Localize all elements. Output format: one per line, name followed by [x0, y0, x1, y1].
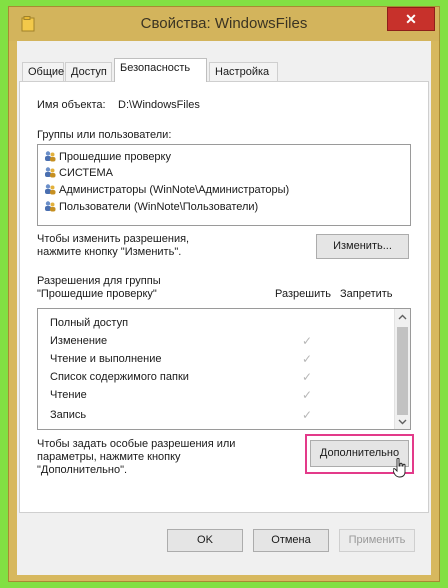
permissions-label-line1: Разрешения для группы [37, 275, 161, 287]
change-hint-line1: Чтобы изменить разрешения, [37, 233, 190, 245]
allow-column-header: Разрешить [275, 288, 331, 300]
permission-label: Полный доступ [50, 317, 129, 329]
permission-label: Изменение [50, 335, 108, 347]
chevron-up-icon[interactable] [398, 314, 407, 320]
title-bar[interactable]: Свойства: WindowsFiles ✕ [9, 7, 439, 41]
group-item-label: Прошедшие проверку [59, 151, 171, 163]
list-item[interactable]: Пользователи (WinNote\Пользователи) [44, 199, 258, 215]
apply-button[interactable]: Применить [339, 529, 415, 552]
group-item-label: Пользователи (WinNote\Пользователи) [59, 201, 259, 213]
properties-window: Свойства: WindowsFiles ✕ Общие Доступ Бе… [8, 6, 440, 582]
tab-sharing[interactable]: Доступ [65, 62, 112, 81]
list-item[interactable]: СИСТЕМА [44, 165, 113, 181]
hand-cursor-icon [393, 458, 406, 478]
tab-general[interactable]: Общие [22, 62, 64, 81]
list-item[interactable]: Прошедшие проверку [44, 149, 171, 165]
advanced-hint-line1: Чтобы задать особые разрешения или [37, 438, 236, 450]
permissions-list[interactable]: Полный доступ Изменение ✓ Чтение и выпол… [37, 308, 411, 430]
scrollbar-thumb[interactable] [397, 327, 408, 415]
advanced-hint-line3: "Дополнительно". [37, 464, 128, 476]
permission-label: Чтение [50, 389, 87, 401]
tab-security[interactable]: Безопасность [114, 58, 207, 82]
users-icon [45, 201, 56, 212]
cancel-button[interactable]: Отмена [253, 529, 329, 552]
change-button[interactable]: Изменить... [316, 234, 409, 259]
permission-label: Чтение и выполнение [50, 353, 162, 365]
list-item[interactable]: Запись ✓ [50, 405, 380, 425]
groups-list[interactable]: Прошедшие проверку СИСТЕМА Администратор… [37, 144, 411, 226]
advanced-hint-line2: параметры, нажмите кнопку [37, 451, 181, 463]
tab-strip: Общие Доступ Безопасность Настройка [19, 58, 429, 82]
list-item[interactable]: Список содержимого папки ✓ [50, 367, 380, 387]
group-item-label: Администраторы (WinNote\Администраторы) [59, 184, 290, 196]
users-icon [45, 151, 56, 162]
groups-label: Группы или пользователи: [37, 129, 172, 141]
close-button[interactable]: ✕ [387, 7, 435, 31]
permissions-label-line2: "Прошедшие проверку" [37, 288, 157, 300]
chevron-down-icon[interactable] [398, 419, 407, 425]
tab-customize[interactable]: Настройка [209, 62, 278, 81]
object-name-value: D:\WindowsFiles [118, 99, 200, 111]
ok-button[interactable]: OK [167, 529, 243, 552]
allow-check-icon: ✓ [302, 352, 313, 366]
change-hint-line2: нажмите кнопку "Изменить". [37, 246, 182, 258]
permission-label: Запись [50, 409, 87, 421]
security-panel: Имя объекта: D:\WindowsFiles Группы или … [19, 81, 429, 513]
list-item[interactable]: Администраторы (WinNote\Администраторы) [44, 182, 289, 198]
deny-column-header: Запретить [340, 288, 393, 300]
dialog-client: Общие Доступ Безопасность Настройка Имя … [17, 41, 431, 575]
allow-check-icon: ✓ [302, 334, 313, 348]
allow-check-icon: ✓ [302, 388, 313, 402]
allow-check-icon: ✓ [302, 408, 313, 422]
list-item[interactable]: Изменение ✓ [50, 331, 380, 351]
users-icon [45, 184, 56, 195]
list-item[interactable]: Чтение ✓ [50, 385, 380, 405]
list-item[interactable]: Чтение и выполнение ✓ [50, 349, 380, 369]
permissions-scrollbar[interactable] [394, 309, 410, 429]
list-item[interactable]: Полный доступ [50, 313, 380, 333]
allow-check-icon: ✓ [302, 370, 313, 384]
users-icon [45, 167, 56, 178]
window-title: Свойства: WindowsFiles [140, 15, 308, 32]
group-item-label: СИСТЕМА [59, 167, 113, 179]
permission-label: Список содержимого папки [50, 371, 189, 383]
object-name-label: Имя объекта: [37, 99, 106, 111]
